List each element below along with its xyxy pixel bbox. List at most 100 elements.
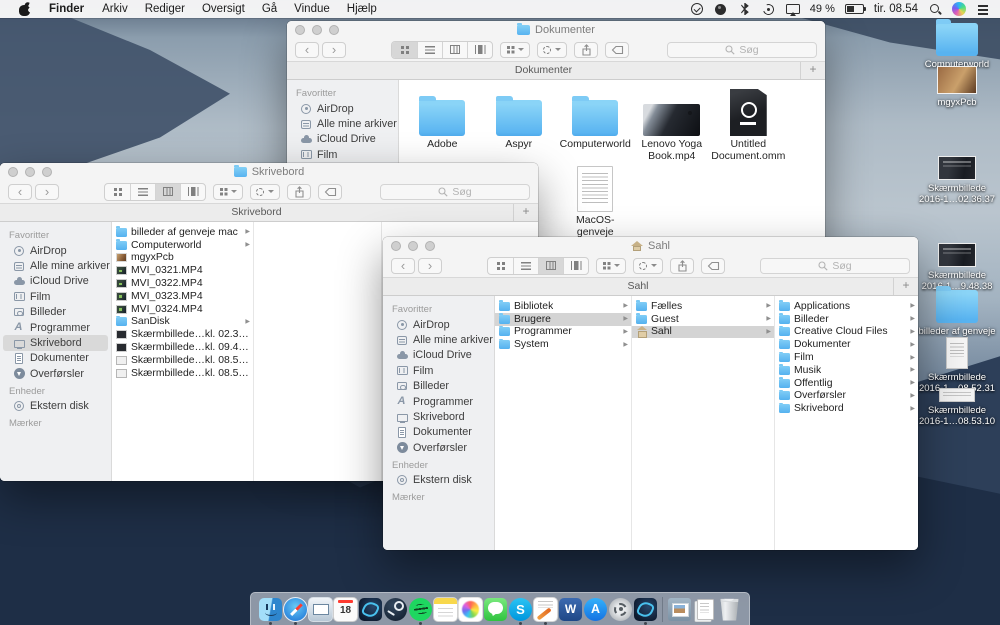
tab-dokumenter[interactable]: Dokumenter xyxy=(287,62,800,79)
tag-button[interactable] xyxy=(605,42,629,58)
action-button[interactable] xyxy=(537,42,567,58)
bluetooth-icon[interactable] xyxy=(738,2,752,16)
sidebar-item[interactable]: Dokumenter xyxy=(0,351,111,366)
sidebar-item[interactable]: Dokumenter xyxy=(383,425,494,440)
menu-item[interactable]: Arkiv xyxy=(102,3,128,15)
new-tab-button[interactable]: + xyxy=(513,204,538,221)
safari-dock-icon[interactable] xyxy=(283,596,308,622)
icon-view-button[interactable] xyxy=(105,184,130,200)
desktop-icon[interactable]: Skærmbillede 2016-1…08.52.31 xyxy=(914,337,1000,394)
downloads-stack-icon[interactable] xyxy=(692,596,717,622)
new-tab-button[interactable]: + xyxy=(893,278,918,295)
sidebar-item[interactable]: Film xyxy=(287,147,398,162)
system-preferences-dock-icon[interactable] xyxy=(608,596,633,622)
documents-stack-icon[interactable] xyxy=(667,596,692,622)
file-row[interactable]: Guest ▶ xyxy=(632,313,774,326)
forward-button[interactable]: › xyxy=(35,184,59,200)
menu-item[interactable]: Rediger xyxy=(145,3,185,15)
icon-view-button[interactable] xyxy=(488,258,513,274)
file-row[interactable]: MVI_0323.MP4 ▶ xyxy=(112,290,253,303)
search-field[interactable]: Søg xyxy=(760,258,910,274)
menu-item[interactable]: Gå xyxy=(262,3,277,15)
file-row[interactable]: Skærmbillede…kl. 02.36.37 ▶ xyxy=(112,328,253,341)
list-view-button[interactable] xyxy=(130,184,155,200)
file-row[interactable]: Bibliotek ▶ xyxy=(495,300,631,313)
sidebar-item[interactable]: Billeder xyxy=(383,379,494,394)
spotify-dock-icon[interactable] xyxy=(408,596,433,622)
sidebar-item[interactable]: Billeder xyxy=(0,305,111,320)
notes-dock-icon[interactable] xyxy=(433,596,458,622)
menu-item[interactable]: Hjælp xyxy=(347,3,377,15)
messages-dock-icon[interactable] xyxy=(483,596,508,622)
3d-app-dock-icon[interactable] xyxy=(358,596,383,622)
airplay-display-icon[interactable] xyxy=(786,2,800,16)
file-row[interactable]: Computerworld ▶ xyxy=(112,239,253,252)
camera-status-icon[interactable] xyxy=(714,2,728,16)
title-bar[interactable]: Sahl xyxy=(383,237,918,254)
word-dock-icon[interactable] xyxy=(558,596,583,622)
app-store-dock-icon[interactable] xyxy=(583,596,608,622)
arrange-button[interactable] xyxy=(500,42,530,58)
finder-dock-icon[interactable] xyxy=(258,596,283,622)
file-row[interactable]: billeder af genveje mac ▶ xyxy=(112,226,253,239)
app-menu[interactable]: Finder xyxy=(49,3,84,15)
pages-dock-icon[interactable] xyxy=(533,596,558,622)
menu-item[interactable]: Vindue xyxy=(294,3,330,15)
dock-separator[interactable] xyxy=(658,596,667,622)
share-button[interactable] xyxy=(670,258,694,274)
sidebar-item[interactable]: Overførsler xyxy=(383,440,494,455)
coverflow-view-button[interactable] xyxy=(563,258,588,274)
sidebar-item[interactable]: Alle mine arkiver xyxy=(383,332,494,347)
trash-icon[interactable] xyxy=(717,596,742,622)
sidebar-item[interactable]: Programmer xyxy=(383,394,494,409)
new-tab-button[interactable]: + xyxy=(800,62,825,79)
tag-button[interactable] xyxy=(701,258,725,274)
file-row[interactable]: Dokumenter ▶ xyxy=(775,338,918,351)
file-icon[interactable]: Aspyr xyxy=(481,88,558,164)
sidebar-item[interactable]: Programmer xyxy=(0,320,111,335)
file-row[interactable]: Skærmbillede…kl. 08.52.31 ▶ xyxy=(112,354,253,367)
sync-status-icon[interactable] xyxy=(762,2,776,16)
icon-view-button[interactable] xyxy=(392,42,417,58)
mail-dock-icon[interactable] xyxy=(308,596,333,622)
skype-dock-icon[interactable] xyxy=(508,596,533,622)
sidebar-item[interactable]: Film xyxy=(0,289,111,304)
calendar-dock-icon[interactable]: 18 xyxy=(333,596,358,622)
file-row[interactable]: System ▶ xyxy=(495,338,631,351)
sidebar-item[interactable]: iCloud Drive xyxy=(287,132,398,147)
share-button[interactable] xyxy=(574,42,598,58)
file-row[interactable]: MVI_0324.MP4 ▶ xyxy=(112,303,253,316)
coverflow-view-button[interactable] xyxy=(180,184,205,200)
desktop-icon[interactable]: Computerworld xyxy=(914,23,1000,70)
photos-dock-icon[interactable] xyxy=(458,596,483,622)
checkmark-status-icon[interactable] xyxy=(690,2,704,16)
file-row[interactable]: Applications ▶ xyxy=(775,300,918,313)
file-row[interactable]: MVI_0321.MP4 ▶ xyxy=(112,264,253,277)
tag-button[interactable] xyxy=(318,184,342,200)
desktop-icon[interactable]: Skærmbillede 2016-1…9.48.38 xyxy=(914,243,1000,292)
notification-center-icon[interactable] xyxy=(976,2,990,16)
column-view-button[interactable] xyxy=(155,184,180,200)
coverflow-view-button[interactable] xyxy=(467,42,492,58)
file-row[interactable]: Skrivebord ▶ xyxy=(775,402,918,415)
file-icon[interactable]: Computerworld xyxy=(557,88,634,164)
file-icon[interactable]: Untitled Document.omm xyxy=(710,88,787,164)
back-button[interactable]: ‹ xyxy=(391,258,415,274)
file-row[interactable]: Skærmbillede…kl. 09.48.38 ▶ xyxy=(112,341,253,354)
search-field[interactable]: Søg xyxy=(667,42,817,58)
title-bar[interactable]: Skrivebord xyxy=(0,163,538,180)
file-row[interactable]: Sahl ▶ xyxy=(632,326,774,339)
file-row[interactable]: Overførsler ▶ xyxy=(775,390,918,403)
siri-icon[interactable] xyxy=(952,2,966,16)
sidebar-item[interactable]: Alle mine arkiver xyxy=(287,116,398,131)
file-row[interactable]: Billeder ▶ xyxy=(775,313,918,326)
steam-dock-icon[interactable] xyxy=(383,596,408,622)
file-row[interactable]: Film ▶ xyxy=(775,351,918,364)
search-field[interactable]: Søg xyxy=(380,184,530,200)
file-row[interactable]: SanDisk ▶ xyxy=(112,316,253,329)
file-row[interactable]: MVI_0322.MP4 ▶ xyxy=(112,277,253,290)
sidebar-item[interactable]: AirDrop xyxy=(383,317,494,332)
sidebar-item[interactable]: iCloud Drive xyxy=(383,348,494,363)
file-icon[interactable]: Adobe xyxy=(404,88,481,164)
file-icon[interactable]: MacOS-genveje xyxy=(557,164,634,240)
